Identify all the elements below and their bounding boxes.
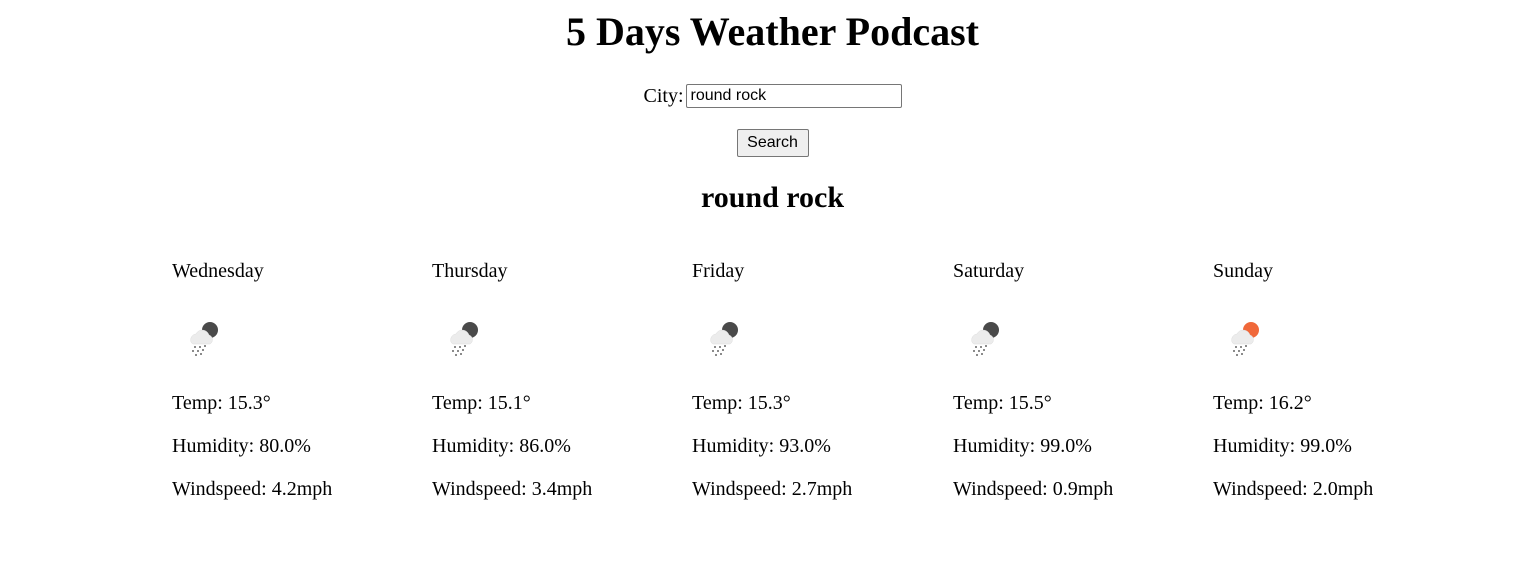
humidity: Humidity: 99.0% [953,435,1092,457]
humidity: Humidity: 86.0% [432,435,571,457]
light-rain-night-icon [702,316,746,360]
light-rain-night-icon [182,316,226,360]
light-rain-night-icon [442,316,486,360]
temperature: Temp: 15.5° [953,392,1052,414]
temperature: Temp: 15.1° [432,392,531,414]
search-button[interactable]: Search [736,129,809,157]
city-heading: round rock [700,181,845,214]
day-name: Saturday [953,260,1025,282]
windspeed: Windspeed: 2.0mph [1213,478,1374,500]
day-name: Wednesday [172,260,264,282]
temperature: Temp: 16.2° [1213,392,1312,414]
windspeed: Windspeed: 3.4mph [432,478,593,500]
light-rain-day-icon [1223,316,1267,360]
city-label: City: [643,85,684,108]
day-name: Thursday [432,260,508,282]
windspeed: Windspeed: 2.7mph [692,478,853,500]
page-title: 5 Days Weather Podcast [566,9,979,54]
humidity: Humidity: 99.0% [1213,435,1352,457]
day-name: Sunday [1213,260,1273,282]
temperature: Temp: 15.3° [692,392,791,414]
search-button-row: Search [0,129,1524,157]
city-input[interactable] [685,84,902,109]
temperature: Temp: 15.3° [172,392,271,414]
light-rain-night-icon [963,316,1007,360]
windspeed: Windspeed: 4.2mph [172,478,333,500]
windspeed: Windspeed: 0.9mph [953,478,1114,500]
day-name: Friday [692,260,745,282]
humidity: Humidity: 80.0% [172,435,311,457]
humidity: Humidity: 93.0% [692,435,831,457]
city-search-form: City: [0,82,1524,109]
